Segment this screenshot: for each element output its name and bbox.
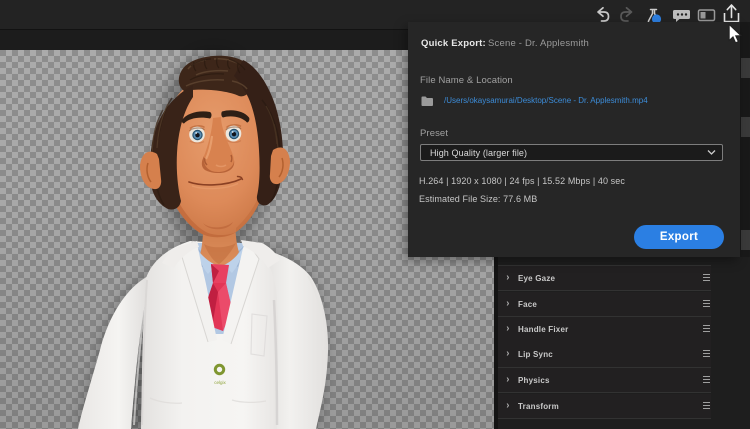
svg-text:celgix: celgix [214,380,226,385]
